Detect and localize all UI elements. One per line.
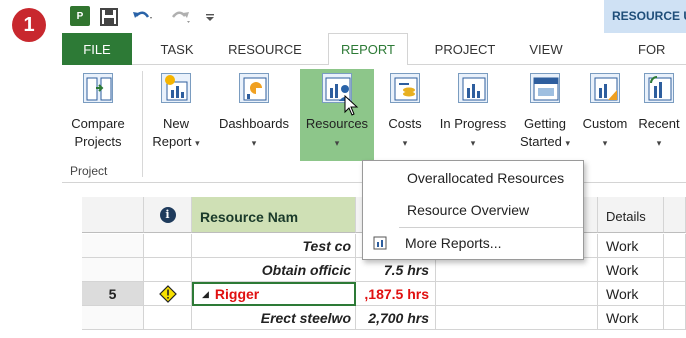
- row-name[interactable]: Obtain officic: [192, 258, 356, 282]
- resources-label: Resources ▾: [305, 116, 369, 148]
- row-id: [82, 306, 144, 330]
- row-indicator: [144, 234, 192, 258]
- header-details[interactable]: Details: [598, 197, 664, 233]
- row-timescale: [664, 282, 686, 306]
- more-reports-label: More Reports...: [405, 235, 502, 251]
- costs-button[interactable]: Costs ▾: [380, 69, 430, 155]
- row-work[interactable]: ,187.5 hrs: [356, 282, 436, 306]
- row-name-text: Rigger: [214, 286, 260, 302]
- recent-icon: [644, 73, 674, 103]
- custom-icon: [590, 73, 620, 103]
- row-id: [82, 258, 144, 282]
- dashboards-icon: [239, 73, 269, 103]
- row-indicator: [144, 306, 192, 330]
- row-details: Work: [598, 306, 664, 330]
- compare-projects-button[interactable]: Compare Projects: [66, 69, 130, 155]
- tab-project[interactable]: PROJECT: [430, 33, 500, 65]
- row-indicator: [144, 282, 192, 306]
- info-icon: i: [159, 206, 176, 223]
- row-timescale: [664, 258, 686, 282]
- step-number-badge: 1: [12, 8, 46, 42]
- row-work[interactable]: 7.5 hrs: [356, 258, 436, 282]
- in-progress-button[interactable]: In Progress ▾: [434, 69, 512, 155]
- new-report-icon: [161, 73, 191, 103]
- tab-file[interactable]: FILE: [62, 33, 132, 65]
- new-report-label: New Report ▾: [152, 116, 200, 149]
- menu-item-resource-overview[interactable]: Resource Overview: [363, 197, 583, 223]
- row-details: Work: [598, 282, 664, 306]
- header-timescale: [664, 197, 686, 233]
- table-row[interactable]: Obtain officic 7.5 hrs Work: [62, 258, 686, 282]
- row-details: Work: [598, 234, 664, 258]
- compare-projects-icon: [83, 73, 113, 103]
- row-name-selected[interactable]: ◢ Rigger: [192, 282, 356, 306]
- header-resource-name[interactable]: Resource Nam: [192, 197, 356, 233]
- getting-started-label: Getting Started ▾: [519, 116, 571, 149]
- table-row[interactable]: Erect steelwo 2,700 hrs Work: [62, 306, 686, 330]
- project-app-icon[interactable]: P: [70, 6, 90, 26]
- header-id[interactable]: [82, 197, 144, 233]
- row-timescale: [664, 306, 686, 330]
- table-row-overallocated[interactable]: 5 ◢ Rigger ,187.5 hrs Work: [62, 282, 686, 306]
- row-name[interactable]: Test co: [192, 234, 356, 258]
- group-label-project: Project: [70, 164, 108, 178]
- row-name[interactable]: Erect steelwo: [192, 306, 356, 330]
- menu-item-overallocated-resources[interactable]: Overallocated Resources: [363, 165, 583, 191]
- undo-icon[interactable]: [132, 6, 154, 28]
- row-indicator: [144, 258, 192, 282]
- menu-separator: [399, 227, 583, 228]
- tab-report[interactable]: REPORT: [328, 33, 408, 66]
- costs-label: Costs ▾: [388, 116, 422, 148]
- resources-button[interactable]: Resources ▾: [300, 69, 374, 161]
- menu-item-more-reports[interactable]: More Reports...: [363, 230, 583, 256]
- dashboards-label: Dashboards ▾: [218, 116, 290, 148]
- overallocation-warning-icon[interactable]: [158, 284, 177, 303]
- in-progress-label: In Progress ▾: [439, 116, 507, 148]
- compare-projects-label: Compare Projects: [71, 116, 125, 149]
- more-reports-icon: [373, 236, 387, 250]
- dashboards-button[interactable]: Dashboards ▾: [214, 69, 294, 155]
- customize-qat-icon[interactable]: [204, 6, 216, 28]
- custom-label: Custom ▾: [582, 116, 628, 148]
- tab-task[interactable]: TASK: [152, 33, 202, 65]
- project-window: P RESOURCE U FILE TASK RESOURCE REPORT P…: [62, 0, 686, 338]
- row-details: Work: [598, 258, 664, 282]
- tab-resource[interactable]: RESOURCE: [222, 33, 308, 65]
- collapse-triangle-icon[interactable]: ◢: [202, 289, 209, 300]
- costs-icon: [390, 73, 420, 103]
- mouse-cursor-icon: [344, 95, 359, 116]
- getting-started-icon: [530, 73, 560, 103]
- row-timescale: [664, 234, 686, 258]
- ribbon-tabs: FILE TASK RESOURCE REPORT PROJECT VIEW F…: [62, 33, 686, 66]
- row-id: [82, 234, 144, 258]
- app-logo-letter: P: [76, 10, 84, 22]
- getting-started-button[interactable]: Getting Started ▾: [514, 69, 576, 155]
- quick-access-toolbar: P RESOURCE U: [62, 0, 686, 33]
- row-add-column[interactable]: [436, 282, 598, 306]
- in-progress-icon: [458, 73, 488, 103]
- redo-icon[interactable]: [169, 6, 191, 28]
- save-icon[interactable]: [100, 6, 118, 28]
- row-id: 5: [82, 282, 144, 306]
- recent-label: Recent ▾: [638, 116, 680, 148]
- row-work[interactable]: 2,700 hrs: [356, 306, 436, 330]
- group-separator: [142, 71, 143, 177]
- new-report-button[interactable]: New Report ▾: [148, 69, 204, 155]
- row-add-column[interactable]: [436, 258, 598, 282]
- tab-format[interactable]: FOR: [638, 33, 686, 65]
- contextual-tab-title: RESOURCE U: [604, 0, 686, 33]
- row-add-column[interactable]: [436, 306, 598, 330]
- header-indicators[interactable]: i: [144, 197, 192, 233]
- tab-view[interactable]: VIEW: [524, 33, 568, 65]
- recent-button[interactable]: Recent ▾: [632, 69, 686, 155]
- resources-dropdown-menu: Overallocated Resources Resource Overvie…: [362, 160, 584, 260]
- custom-button[interactable]: Custom ▾: [580, 69, 630, 155]
